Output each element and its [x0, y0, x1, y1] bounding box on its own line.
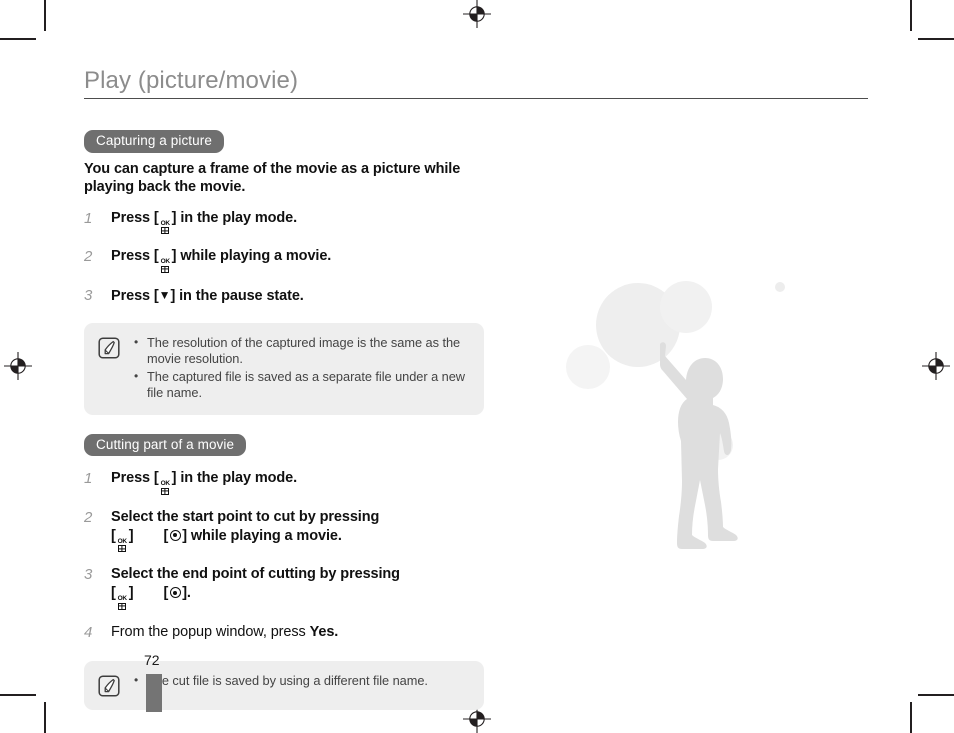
ok-label: OK	[160, 258, 170, 265]
step-text-before: Press [	[111, 248, 159, 264]
memo-pen-icon	[98, 336, 120, 359]
step-number: 2	[84, 508, 93, 526]
step-text-line2: ].	[182, 585, 191, 601]
note-bullet: The captured file is saved as a separate…	[134, 368, 470, 402]
note-bullet: The resolution of the captured image is …	[134, 334, 470, 368]
section-cutting-part-of-a-movie: Cutting part of a movie 1 Press [OK] in …	[84, 433, 484, 710]
crop-mark-bottom-left-horizontal	[0, 694, 36, 696]
step-item: 3 Select the end point of cutting by pre…	[84, 565, 484, 610]
registration-mark-right-icon	[922, 352, 950, 380]
ok-box-glyph	[118, 602, 127, 610]
record-button-icon	[169, 587, 181, 598]
step-text-before: Press [	[111, 209, 159, 226]
step-item: 2 Press [OK] while playing a movie.	[84, 247, 484, 273]
down-arrow-icon: ▼	[158, 287, 171, 302]
step-item: 4 From the popup window, press Yes.	[84, 623, 484, 642]
registration-mark-top-icon	[463, 0, 491, 28]
ok-box-glyph	[161, 265, 170, 273]
step-item: 1 Press [OK] in the play mode.	[84, 469, 484, 495]
section-capturing-a-picture: Capturing a picture You can capture a fr…	[84, 130, 484, 415]
section-heading-capturing-a-picture: Capturing a picture	[84, 130, 224, 153]
crop-mark-top-left-vertical	[44, 0, 46, 31]
memo-pen-icon	[98, 674, 120, 697]
step-text-before: Press [	[111, 287, 159, 304]
ok-button-icon: OK	[159, 219, 172, 234]
note-bullet-list: The cut file is saved by using a differe…	[134, 672, 470, 690]
step-text-line1: Select the start point to cut by pressin…	[111, 508, 380, 525]
step-text-after: ] in the play mode.	[171, 470, 298, 486]
title-divider	[84, 98, 868, 99]
bracket-close: ]	[128, 527, 134, 544]
note-bullet-list: The resolution of the captured image is …	[134, 334, 470, 402]
step-text-emphasis: Yes.	[309, 623, 339, 640]
step-number: 4	[84, 623, 93, 641]
ok-label: OK	[160, 480, 170, 487]
note-box-capturing: The resolution of the captured image is …	[84, 322, 484, 415]
step-item: 3 Press [▼] in the pause state.	[84, 286, 484, 306]
steps-cutting-part-of-a-movie: 1 Press [OK] in the play mode. 2 Select …	[84, 469, 484, 642]
note-bullet: The cut file is saved by using a differe…	[134, 672, 470, 690]
step-text-after: ] while playing a movie.	[171, 248, 332, 264]
page-content: Capturing a picture You can capture a fr…	[84, 130, 484, 710]
step-number: 2	[84, 248, 93, 265]
step-text-line2: ] while playing a movie.	[182, 527, 342, 544]
thumb-index-tab	[146, 674, 162, 712]
child-with-bubbles-illustration	[566, 281, 785, 549]
ok-button-icon: OK	[159, 480, 172, 495]
step-text-before: Press [	[111, 470, 159, 486]
crop-mark-bottom-left-vertical	[44, 702, 46, 733]
bracket-open: [	[163, 527, 169, 544]
page-title: Play (picture/movie)	[84, 67, 299, 94]
bracket-close: ]	[128, 585, 134, 601]
step-number: 1	[84, 209, 93, 227]
page-number: 72	[144, 652, 160, 668]
ok-label: OK	[117, 595, 127, 602]
record-button-icon	[169, 529, 181, 541]
crop-mark-top-right-horizontal	[918, 38, 954, 40]
step-number: 1	[84, 470, 93, 487]
steps-capturing-a-picture: 1 Press [OK] in the play mode. 2 Press […	[84, 209, 484, 306]
step-text-before: From the popup window, press	[111, 623, 310, 640]
crop-mark-bottom-right-horizontal	[918, 694, 954, 696]
step-item: 1 Press [OK] in the play mode.	[84, 209, 484, 234]
ok-box-glyph	[118, 545, 127, 552]
crop-mark-top-right-vertical	[910, 0, 912, 31]
ok-label: OK	[117, 537, 127, 545]
ok-label: OK	[160, 219, 170, 227]
ok-button-icon: OK	[159, 258, 172, 273]
step-text-line1: Select the end point of cutting by press…	[111, 566, 400, 582]
ok-box-glyph	[161, 227, 170, 234]
step-text-after: ] in the play mode.	[171, 209, 298, 226]
step-number: 3	[84, 566, 93, 583]
bracket-open: [	[163, 585, 169, 601]
crop-mark-top-left-horizontal	[0, 38, 36, 40]
ok-button-icon: OK	[116, 595, 129, 610]
section-heading-cutting-part-of-a-movie: Cutting part of a movie	[84, 433, 247, 456]
step-number: 3	[84, 286, 93, 304]
ok-box-glyph	[161, 487, 170, 495]
ok-button-icon: OK	[116, 537, 129, 552]
crop-mark-bottom-right-vertical	[910, 702, 912, 733]
step-text-after: ] in the pause state.	[170, 287, 304, 304]
section-intro-text: You can capture a frame of the movie as …	[84, 160, 461, 195]
registration-mark-left-icon	[4, 352, 32, 380]
step-item: 2 Select the start point to cut by press…	[84, 508, 484, 552]
